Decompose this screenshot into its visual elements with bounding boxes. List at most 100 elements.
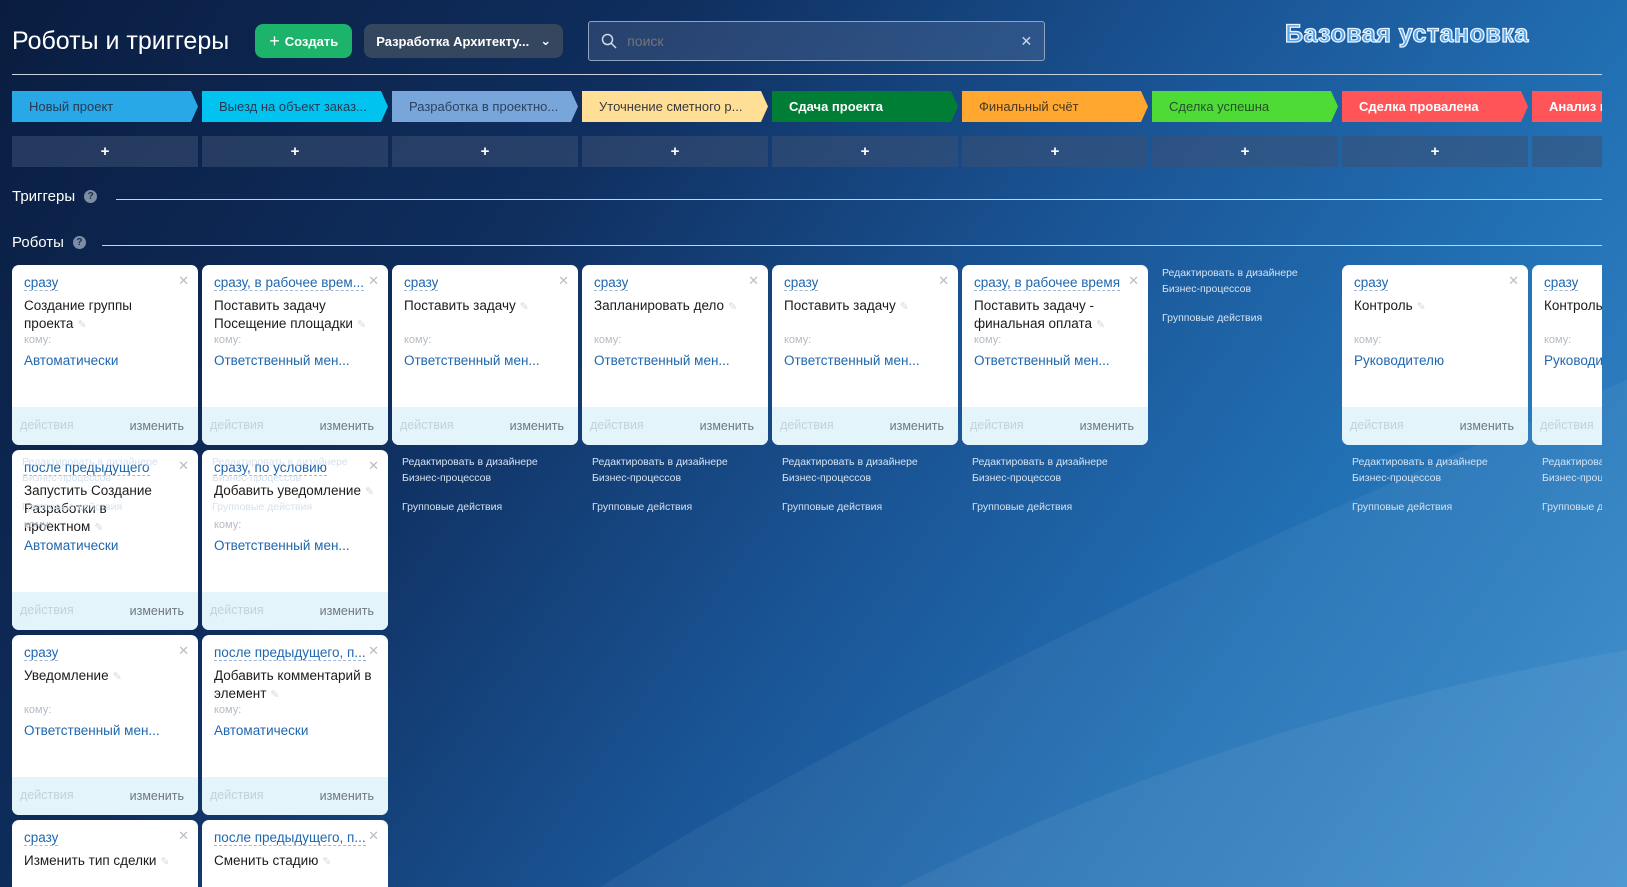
change-link[interactable]: изменить — [320, 419, 374, 433]
close-icon[interactable]: ✕ — [368, 273, 379, 289]
robot-condition[interactable]: сразу — [1354, 275, 1389, 291]
robot-recipient[interactable]: Ответственный мен... — [594, 353, 730, 368]
add-trigger-button[interactable]: + — [1152, 136, 1338, 167]
group-actions-link[interactable]: Групповые действия — [402, 499, 578, 515]
close-icon[interactable]: ✕ — [178, 273, 189, 289]
group-actions-link[interactable]: Групповые действия — [592, 499, 768, 515]
pencil-icon[interactable]: ✎ — [270, 689, 279, 701]
robot-condition[interactable]: после предыдущего, п... — [214, 645, 366, 661]
edit-in-designer-link[interactable]: Редактировать в дизайнере Бизнес-процесс… — [402, 454, 578, 486]
robot-recipient[interactable]: Руководителю — [1544, 353, 1602, 368]
change-link[interactable]: изменить — [130, 789, 184, 803]
pipeline-select[interactable]: Разработка Архитекту... ⌄ — [364, 24, 564, 58]
close-icon[interactable]: ✕ — [178, 828, 189, 844]
add-trigger-button[interactable]: + — [12, 136, 198, 167]
group-actions-link[interactable]: Групповые действия — [212, 499, 388, 515]
clear-icon[interactable]: ✕ — [1020, 33, 1032, 50]
edit-in-designer-link[interactable]: Редактировать в дизайнере Бизнес-процесс… — [1352, 454, 1528, 486]
pencil-icon[interactable]: ✎ — [113, 671, 122, 683]
add-trigger-button[interactable]: + — [962, 136, 1148, 167]
change-link[interactable]: изменить — [510, 419, 564, 433]
change-link[interactable]: изменить — [320, 789, 374, 803]
pencil-icon[interactable]: ✎ — [1096, 319, 1105, 331]
robot-recipient[interactable]: Руководителю — [1354, 353, 1444, 368]
close-icon[interactable]: ✕ — [1508, 273, 1519, 289]
group-actions-link[interactable]: Групповые действия — [1162, 310, 1338, 326]
stage-header[interactable]: Выезд на объект заказ... — [202, 91, 388, 122]
robot-condition[interactable]: сразу — [24, 830, 59, 846]
robot-recipient[interactable]: Ответственный мен... — [404, 353, 540, 368]
change-link[interactable]: изменить — [320, 604, 374, 618]
robot-condition[interactable]: сразу, в рабочее время — [974, 275, 1121, 291]
robot-recipient[interactable]: Автоматически — [214, 723, 308, 738]
change-link[interactable]: изменить — [890, 419, 944, 433]
add-trigger-button[interactable]: + — [392, 136, 578, 167]
close-icon[interactable]: ✕ — [558, 273, 569, 289]
robot-condition[interactable]: сразу, в рабочее врем... — [214, 275, 364, 291]
stage-header[interactable]: Сдача проекта — [772, 91, 958, 122]
search-input[interactable] — [627, 33, 1021, 49]
pencil-icon[interactable]: ✎ — [900, 301, 909, 313]
group-actions-link[interactable]: Групповые действия — [782, 499, 958, 515]
stage-header[interactable]: Сделка провалена — [1342, 91, 1528, 122]
edit-in-designer-link[interactable]: Редактировать в дизайнере Бизнес-процесс… — [972, 454, 1148, 486]
robot-condition[interactable]: после предыдущего, п... — [214, 830, 366, 846]
edit-in-designer-link[interactable]: Редактировать в дизайнере Бизнес-процесс… — [212, 454, 388, 486]
stage-header[interactable]: Сделка успешна — [1152, 91, 1338, 122]
edit-in-designer-link[interactable]: Редактировать в дизайнере Бизнес-процесс… — [1162, 265, 1338, 297]
edit-in-designer-link[interactable]: Редактировать в дизайнере Бизнес-процесс… — [22, 454, 198, 486]
change-link[interactable]: изменить — [700, 419, 754, 433]
group-actions-link[interactable]: Групповые действия — [22, 499, 198, 515]
stage-header[interactable]: Финальный счёт — [962, 91, 1148, 122]
pencil-icon[interactable]: ✎ — [322, 856, 331, 868]
add-trigger-button[interactable]: + — [202, 136, 388, 167]
robot-recipient[interactable]: Ответственный мен... — [24, 723, 160, 738]
change-link[interactable]: изменить — [130, 604, 184, 618]
robot-recipient[interactable]: Автоматически — [24, 538, 118, 553]
group-actions-link[interactable]: Групповые действия — [1542, 499, 1602, 515]
edit-in-designer-link[interactable]: Редактировать в дизайнере Бизнес-процесс… — [1542, 454, 1602, 486]
change-link[interactable]: изменить — [1460, 419, 1514, 433]
pencil-icon[interactable]: ✎ — [1417, 301, 1426, 313]
close-icon[interactable]: ✕ — [178, 643, 189, 659]
robot-recipient[interactable]: Ответственный мен... — [214, 353, 350, 368]
add-trigger-button[interactable]: + — [1532, 136, 1602, 167]
robot-condition[interactable]: сразу — [404, 275, 439, 291]
stage-header[interactable]: Новый проект — [12, 91, 198, 122]
add-trigger-button[interactable]: + — [772, 136, 958, 167]
change-link[interactable]: изменить — [1080, 419, 1134, 433]
pencil-icon[interactable]: ✎ — [357, 319, 366, 331]
group-actions-link[interactable]: Групповые действия — [1352, 499, 1528, 515]
pencil-icon[interactable]: ✎ — [77, 319, 86, 331]
close-icon[interactable]: ✕ — [748, 273, 759, 289]
stage-header[interactable]: Анализ п — [1532, 91, 1602, 122]
pencil-icon[interactable]: ✎ — [728, 301, 737, 313]
group-actions-link[interactable]: Групповые действия — [972, 499, 1148, 515]
close-icon[interactable]: ✕ — [1128, 273, 1139, 289]
robot-recipient[interactable]: Ответственный мен... — [784, 353, 920, 368]
robot-recipient[interactable]: Ответственный мен... — [974, 353, 1110, 368]
robot-condition[interactable]: сразу — [784, 275, 819, 291]
robot-card: сразу✕Контроль✎кому:Руководителюдействия… — [1532, 265, 1602, 445]
robot-condition[interactable]: сразу — [24, 645, 59, 661]
pencil-icon[interactable]: ✎ — [160, 856, 169, 868]
edit-in-designer-link[interactable]: Редактировать в дизайнере Бизнес-процесс… — [782, 454, 958, 486]
robot-condition[interactable]: сразу — [1544, 275, 1579, 291]
robot-condition[interactable]: сразу — [24, 275, 59, 291]
robot-recipient[interactable]: Ответственный мен... — [214, 538, 350, 553]
card-footer: действия изменить — [202, 407, 388, 445]
robot-condition[interactable]: сразу — [594, 275, 629, 291]
robot-recipient[interactable]: Автоматически — [24, 353, 118, 368]
add-trigger-button[interactable]: + — [582, 136, 768, 167]
stage-header[interactable]: Уточнение сметного р... — [582, 91, 768, 122]
change-link[interactable]: изменить — [130, 419, 184, 433]
add-trigger-button[interactable]: + — [1342, 136, 1528, 167]
close-icon[interactable]: ✕ — [938, 273, 949, 289]
close-icon[interactable]: ✕ — [368, 828, 379, 844]
close-icon[interactable]: ✕ — [368, 643, 379, 659]
stage-header[interactable]: Разработка в проектно... — [392, 91, 578, 122]
edit-in-designer-link[interactable]: Редактировать в дизайнере Бизнес-процесс… — [592, 454, 768, 486]
pencil-icon[interactable]: ✎ — [520, 301, 529, 313]
create-button[interactable]: + Создать — [255, 24, 353, 58]
pencil-icon[interactable]: ✎ — [94, 522, 103, 534]
